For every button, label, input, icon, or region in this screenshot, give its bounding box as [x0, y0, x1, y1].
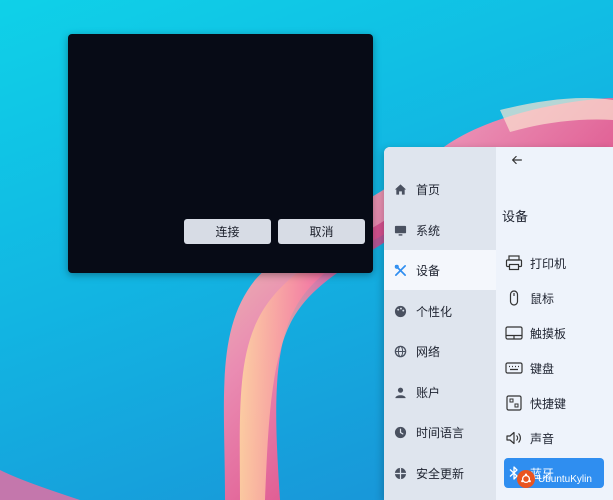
device-item-mouse[interactable]: 鼠标 — [504, 283, 609, 313]
sidebar-item-label: 时间语言 — [416, 425, 465, 440]
device-item-printer[interactable]: 打印机 — [504, 248, 609, 278]
device-item-label: 触摸板 — [530, 326, 567, 341]
arrow-left-icon[interactable] — [510, 153, 526, 169]
device-item-label: 鼠标 — [530, 291, 555, 306]
ubuntu-logo-icon — [517, 470, 535, 488]
globe-icon — [393, 344, 407, 358]
sidebar-item-label: 首页 — [416, 182, 441, 197]
sidebar-item-label: 个性化 — [416, 304, 453, 319]
cancel-button[interactable]: 取消 — [278, 219, 365, 244]
keyboard-icon — [504, 359, 524, 377]
sidebar-item-account[interactable]: 账户 — [384, 372, 496, 412]
printer-icon — [504, 254, 524, 272]
device-item-label: 快捷键 — [530, 396, 567, 411]
shield-icon — [393, 466, 407, 480]
sidebar-item-label: 安全更新 — [416, 466, 465, 481]
palette-icon — [393, 304, 407, 318]
connection-dialog: 连接 取消 — [68, 34, 373, 273]
sidebar-item-personalize[interactable]: 个性化 — [384, 291, 496, 331]
device-item-label: 打印机 — [530, 256, 567, 271]
sidebar-item-devices[interactable]: 设备 — [384, 250, 496, 290]
page-title: 设备 — [502, 210, 529, 225]
sidebar-item-label: 系统 — [416, 223, 441, 238]
devices-icon — [393, 263, 407, 277]
device-item-label: 键盘 — [530, 361, 555, 376]
monitor-icon — [393, 223, 407, 237]
sidebar-item-label: 账户 — [416, 385, 441, 400]
connect-button[interactable]: 连接 — [184, 219, 271, 244]
touchpad-icon — [504, 324, 524, 342]
sidebar-item-security-update[interactable]: 安全更新 — [384, 453, 496, 493]
device-item-label: 声音 — [530, 431, 555, 446]
home-icon — [393, 182, 407, 196]
settings-window: 首页 系统 设备 个性化 网络 账户 时间语言 安全更新 设备 打印机 鼠标 触… — [384, 147, 613, 500]
sidebar-item-label: 网络 — [416, 344, 441, 359]
sidebar-item-time-language[interactable]: 时间语言 — [384, 412, 496, 452]
settings-content: 设备 打印机 鼠标 触摸板 键盘 快捷键 声音 蓝牙 — [496, 147, 613, 500]
device-item-keyboard[interactable]: 键盘 — [504, 353, 609, 383]
watermark-text: UbuntuKylin — [538, 473, 592, 485]
device-item-touchpad[interactable]: 触摸板 — [504, 318, 609, 348]
sidebar-item-home[interactable]: 首页 — [384, 169, 496, 209]
shortcut-icon — [504, 394, 524, 412]
mouse-icon — [504, 289, 524, 307]
settings-sidebar: 首页 系统 设备 个性化 网络 账户 时间语言 安全更新 — [384, 147, 496, 500]
device-item-shortcut[interactable]: 快捷键 — [504, 388, 609, 418]
user-icon — [393, 385, 407, 399]
clock-icon — [393, 425, 407, 439]
speaker-icon — [504, 429, 524, 447]
ubuntukylin-watermark: UbuntuKylin — [517, 470, 592, 488]
sidebar-item-label: 设备 — [416, 263, 441, 278]
sidebar-item-network[interactable]: 网络 — [384, 331, 496, 371]
device-item-sound[interactable]: 声音 — [504, 423, 609, 453]
sidebar-item-system[interactable]: 系统 — [384, 210, 496, 250]
